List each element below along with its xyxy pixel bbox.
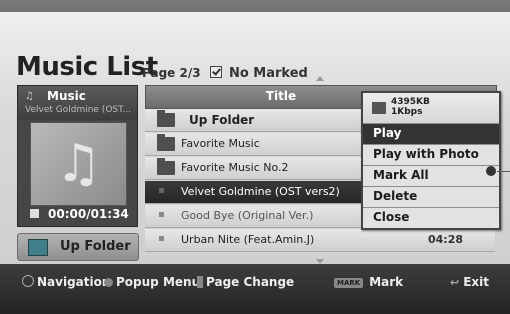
file-bitrate: 1Kbps <box>391 107 423 117</box>
folder-icon <box>28 239 48 256</box>
page-icon <box>197 276 203 288</box>
page-number: Page 2/3 <box>142 66 201 80</box>
menu-item-label: Mark All <box>373 168 429 182</box>
music-icon: ♫ <box>25 91 34 102</box>
file-info: 4395KB 1Kbps <box>363 93 499 123</box>
scroll-up-arrow-icon[interactable] <box>316 76 324 81</box>
help-label: Exit <box>463 275 490 289</box>
up-folder-label: Up Folder <box>60 239 131 254</box>
music-file-icon <box>159 236 164 241</box>
folder-up-icon <box>157 110 175 127</box>
marked-status: No Marked <box>228 66 308 81</box>
file-info-icon <box>372 102 386 114</box>
menu-item-label: Delete <box>373 189 418 203</box>
list-item-label: Favorite Music No.2 <box>181 161 289 174</box>
help-navigation: Navigation <box>22 275 110 289</box>
now-playing-category: Music <box>47 89 86 103</box>
now-playing-header: ♫ Music Velvet Goldmine (OST... <box>18 86 137 120</box>
callout-dot-icon <box>486 166 496 176</box>
album-art: ♫ <box>30 122 127 206</box>
checkbox-icon <box>209 66 222 78</box>
file-size: 4395KB <box>391 97 430 107</box>
mark-key-icon: MARK <box>334 278 364 288</box>
help-label: Navigation <box>37 275 111 289</box>
menu-item-delete[interactable]: Delete <box>363 186 499 207</box>
list-item-label: Urban Nite (Feat.Amin.J) <box>181 233 315 246</box>
bottom-help-bar: Navigation Popup Menu Page Change MARK Ma… <box>0 264 510 314</box>
duration: 04:28 <box>428 233 464 246</box>
file-details: 4395KB 1Kbps <box>391 97 430 117</box>
help-popup-menu: Popup Menu <box>104 275 200 289</box>
help-label: Page Change <box>206 275 295 289</box>
up-folder-button[interactable]: Up Folder <box>17 233 139 261</box>
folder-icon <box>157 158 175 175</box>
popup-menu: 4395KB 1Kbps Play Play with Photo Mark A… <box>361 91 501 230</box>
playback-time: 00:00/01:34 <box>30 207 140 221</box>
screen: Music List Page 2/3 No Marked ♫ Music Ve… <box>0 0 510 314</box>
stop-icon <box>30 209 39 218</box>
menu-item-label: Play <box>373 126 402 140</box>
callout-line <box>497 171 510 172</box>
list-item-label: Favorite Music <box>181 137 260 150</box>
music-file-icon <box>159 212 164 217</box>
menu-item-play-with-photo[interactable]: Play with Photo <box>363 144 499 165</box>
page-title: Music List <box>16 52 158 82</box>
list-item[interactable]: Urban Nite (Feat.Amin.J) 04:28 <box>145 229 495 252</box>
help-page-change: Page Change <box>197 275 294 289</box>
now-playing-panel: ♫ Music Velvet Goldmine (OST... ♫ 00:00/… <box>17 85 138 227</box>
music-note-icon: ♫ <box>55 134 102 194</box>
now-playing-subtitle: Velvet Goldmine (OST... <box>25 105 132 115</box>
help-label: Mark <box>369 275 404 289</box>
menu-item-label: Close <box>373 210 410 224</box>
menu-item-mark-all[interactable]: Mark All <box>363 165 499 186</box>
help-label: Popup Menu <box>116 275 201 289</box>
list-item-label: Velvet Goldmine (OST vers2) <box>181 185 340 198</box>
exit-icon: ↩ <box>450 276 460 289</box>
time-text: 00:00/01:34 <box>48 207 129 221</box>
music-file-icon <box>159 188 164 193</box>
menu-item-close[interactable]: Close <box>363 207 499 228</box>
menu-item-label: Play with Photo <box>373 147 479 161</box>
menu-item-play[interactable]: Play <box>363 123 499 144</box>
list-item-label: Up Folder <box>189 113 255 127</box>
navigation-icon <box>22 275 34 287</box>
folder-icon <box>157 134 175 151</box>
help-mark: MARK Mark <box>334 275 403 289</box>
page-info: Page 2/3 No Marked <box>142 66 308 81</box>
list-item-label: Good Bye (Original Ver.) <box>181 209 314 222</box>
help-exit: ↩ Exit <box>450 275 489 289</box>
ok-button-icon <box>104 278 113 287</box>
